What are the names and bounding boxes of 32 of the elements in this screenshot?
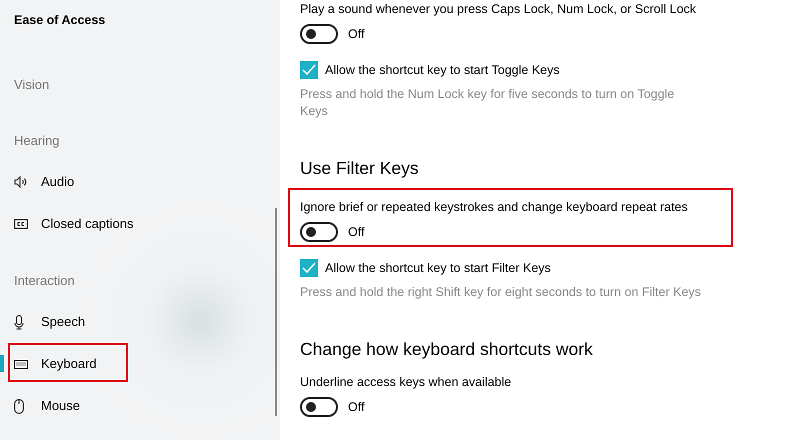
- microphone-icon: [14, 314, 24, 330]
- sidebar-item[interactable]: Audio: [41, 174, 74, 190]
- sidebar-group-label: Vision: [14, 77, 50, 93]
- checkbox-label: Allow the shortcut key to start Filter Keys: [325, 260, 551, 276]
- setting-label: Ignore brief or repeated keystrokes and change keyboard repeat rates: [300, 199, 688, 215]
- setting-label: Play a sound whenever you press Caps Lock, Num Lock, or Scroll Lock: [300, 1, 696, 17]
- toggle-switch[interactable]: [300, 24, 338, 44]
- sidebar-item[interactable]: Closed captions: [41, 216, 134, 232]
- checkbox[interactable]: [300, 259, 318, 277]
- mouse-icon: [14, 398, 24, 414]
- sidebar-item[interactable]: Speech: [41, 314, 86, 330]
- toggle-switch[interactable]: [300, 397, 338, 417]
- setting-label: Underline access keys when available: [300, 374, 512, 390]
- sidebar-group-label: Interaction: [14, 273, 75, 289]
- keyboard-icon: [14, 360, 28, 368]
- sidebar-group-label: Hearing: [14, 133, 60, 149]
- toggle-state: Off: [348, 26, 364, 42]
- section-heading: Change how keyboard shortcuts work: [300, 338, 593, 361]
- setting-description: Press and hold the right Shift key for eight seconds to turn on Filter Keys: [300, 284, 701, 301]
- toggle-state: Off: [348, 224, 364, 240]
- section-heading: Use Filter Keys: [300, 157, 419, 180]
- speaker-icon: [14, 176, 28, 188]
- checkbox[interactable]: [300, 61, 318, 79]
- toggle-state: Off: [348, 399, 364, 415]
- scrollbar[interactable]: [275, 208, 277, 416]
- sidebar-item[interactable]: Keyboard: [41, 356, 97, 372]
- checkbox-label: Allow the shortcut key to start Toggle Keys: [325, 62, 560, 78]
- sidebar-title: Ease of Access: [14, 12, 106, 28]
- setting-description: Press and hold the Num Lock key for five seconds to turn on Toggle Keys: [300, 86, 676, 120]
- sidebar-item[interactable]: Mouse: [41, 398, 80, 414]
- toggle-switch[interactable]: [300, 222, 338, 242]
- closed-captions-icon: [14, 219, 28, 229]
